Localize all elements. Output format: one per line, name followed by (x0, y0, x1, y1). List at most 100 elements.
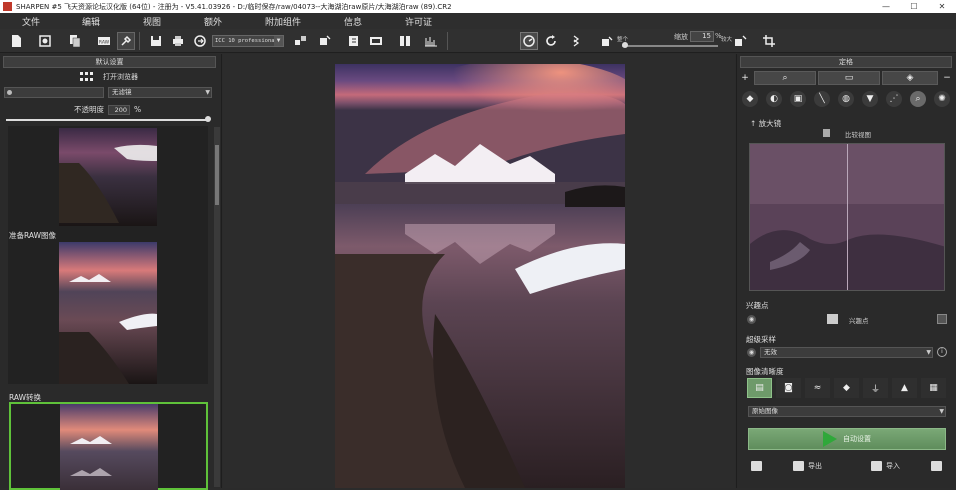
menu-extra[interactable]: 额外 (204, 15, 222, 28)
sharp-mode-building-icon[interactable]: ▦ (921, 378, 946, 398)
step-icon[interactable] (567, 32, 585, 50)
zoom-label: 缩放 (674, 33, 688, 41)
main-photo[interactable] (335, 64, 625, 488)
gauge-icon[interactable] (520, 32, 538, 50)
save-icon[interactable] (147, 32, 165, 50)
magnifier-icon[interactable]: ⌕ (910, 91, 926, 107)
split-icon[interactable] (396, 32, 414, 50)
zoom-slider-handle[interactable] (622, 42, 628, 48)
toggle-icon[interactable]: ◉ (747, 315, 756, 324)
nodes-icon[interactable]: ⋰ (886, 91, 902, 107)
sharp-mode-wave-icon[interactable]: ≈ (805, 378, 830, 398)
menu-view[interactable]: 视图 (143, 15, 161, 28)
proof-icon[interactable] (292, 32, 310, 50)
view-mode-row: + ⌕ ▭ ◈ − (740, 71, 952, 85)
sharpness-select[interactable]: 原始图像 ▼ (748, 406, 946, 417)
open-icon[interactable] (36, 32, 54, 50)
auto-settings-label: 自动设置 (843, 435, 871, 443)
loupe-title-text: 放大镜 (758, 119, 782, 128)
before-icon[interactable] (345, 32, 363, 50)
new-file-icon[interactable] (7, 32, 25, 50)
gamut-icon[interactable] (316, 32, 334, 50)
arrow-up-icon: ↑ (750, 119, 759, 128)
export-button[interactable]: 导出 (793, 459, 822, 473)
brush-icon[interactable]: ╲ (814, 91, 830, 107)
import-icon (871, 461, 882, 471)
sharp-mode-document-icon[interactable]: ▤ (747, 378, 772, 398)
histogram-icon[interactable] (422, 32, 440, 50)
import-button[interactable]: 导入 (871, 459, 900, 473)
menu-bar: 文件 编辑 视图 额外 附加组件 信息 许可证 (0, 13, 956, 29)
toggle-icon[interactable]: ◉ (747, 348, 756, 357)
zoom-value-field[interactable]: 15 (690, 31, 714, 42)
print-icon[interactable] (169, 32, 187, 50)
compare-view-label: 比较视图 (845, 131, 871, 139)
prism-icon[interactable]: ▼ (862, 91, 878, 107)
preset-scrollbar[interactable] (214, 127, 220, 487)
zoom-slider[interactable] (622, 45, 718, 47)
compare-split-line[interactable] (847, 144, 848, 290)
freeze-button[interactable]: 定格 (740, 56, 952, 68)
search-icon[interactable]: ⌕ (754, 71, 816, 85)
compass-icon[interactable]: ◈ (882, 71, 938, 85)
raw-icon[interactable]: RAW (95, 32, 113, 50)
focus-point-icon[interactable] (827, 314, 838, 324)
detail-icon[interactable]: ▣ (790, 91, 806, 107)
preset-item-prepare-raw[interactable] (8, 240, 208, 384)
auto-settings-button[interactable]: 自动设置 (748, 428, 946, 450)
preset-item-raw-convert[interactable] (9, 402, 208, 490)
sharp-mode-camera-icon[interactable]: ◙ (776, 378, 801, 398)
diamond-icon[interactable]: ◆ (742, 91, 758, 107)
opacity-slider-handle[interactable] (205, 116, 211, 122)
color-wheel-icon[interactable]: ◍ (838, 91, 854, 107)
open-browser-button[interactable]: 打开浏览器 (80, 72, 138, 82)
default-settings-button[interactable]: 默认设置 (3, 56, 216, 68)
search-field[interactable] (4, 87, 104, 98)
image-canvas[interactable] (223, 54, 735, 488)
color-profile-select[interactable]: ICC 10 professional ▼ (212, 35, 284, 47)
load-preset-icon[interactable] (931, 459, 942, 473)
scrollbar-thumb[interactable] (215, 145, 219, 205)
maximize-button[interactable]: ☐ (900, 2, 928, 11)
batch-icon[interactable] (66, 32, 84, 50)
filter-select[interactable]: 无滤镜 ▼ (108, 87, 212, 98)
sharp-mode-gem-icon[interactable]: ◆ (834, 378, 859, 398)
color-profile-value: ICC 10 professional (215, 38, 278, 44)
opacity-unit: % (134, 105, 142, 114)
grid-settings-icon[interactable] (937, 314, 947, 324)
supersample-section-title: 超级采样 (746, 335, 776, 344)
loupe-preview[interactable] (749, 143, 945, 291)
supersample-value: 无效 (764, 348, 777, 356)
sharp-mode-microphone-icon[interactable]: ⏚ (863, 378, 888, 398)
aperture-icon[interactable]: ✺ (934, 91, 950, 107)
svg-text:RAW: RAW (99, 40, 110, 46)
preview-window-icon[interactable]: ▭ (818, 71, 880, 85)
sharp-mode-mountain-icon[interactable]: ▲ (892, 378, 917, 398)
menu-edit[interactable]: 编辑 (82, 15, 100, 28)
close-button[interactable]: ✕ (928, 2, 956, 11)
zoom-fit-icon[interactable] (597, 32, 615, 50)
share-icon[interactable] (191, 32, 209, 50)
minimize-button[interactable]: — (872, 2, 900, 11)
crop-icon[interactable] (760, 32, 778, 50)
compare-view-toggle[interactable] (823, 129, 830, 137)
opacity-input[interactable]: 200 (108, 104, 130, 115)
menu-file[interactable]: 文件 (22, 15, 40, 28)
settings-tool-icon[interactable] (117, 32, 135, 50)
save-preset-icon[interactable] (751, 459, 762, 473)
focus-section-title: 兴趣点 (746, 301, 769, 310)
add-icon[interactable]: + (740, 71, 750, 85)
zoom-in-icon[interactable] (732, 32, 750, 50)
export-icon (793, 461, 804, 471)
info-icon[interactable]: i (937, 347, 947, 357)
monitor-icon[interactable] (367, 32, 385, 50)
contrast-icon[interactable]: ◐ (766, 91, 782, 107)
menu-addons[interactable]: 附加组件 (265, 15, 301, 28)
chevron-down-icon: ▼ (205, 89, 210, 96)
supersample-select[interactable]: 无效 ▼ (760, 347, 933, 358)
opacity-slider[interactable] (6, 119, 210, 121)
minus-icon[interactable]: − (942, 71, 952, 85)
menu-license[interactable]: 许可证 (405, 15, 432, 28)
menu-info[interactable]: 信息 (344, 15, 362, 28)
rotate-icon[interactable] (542, 32, 560, 50)
